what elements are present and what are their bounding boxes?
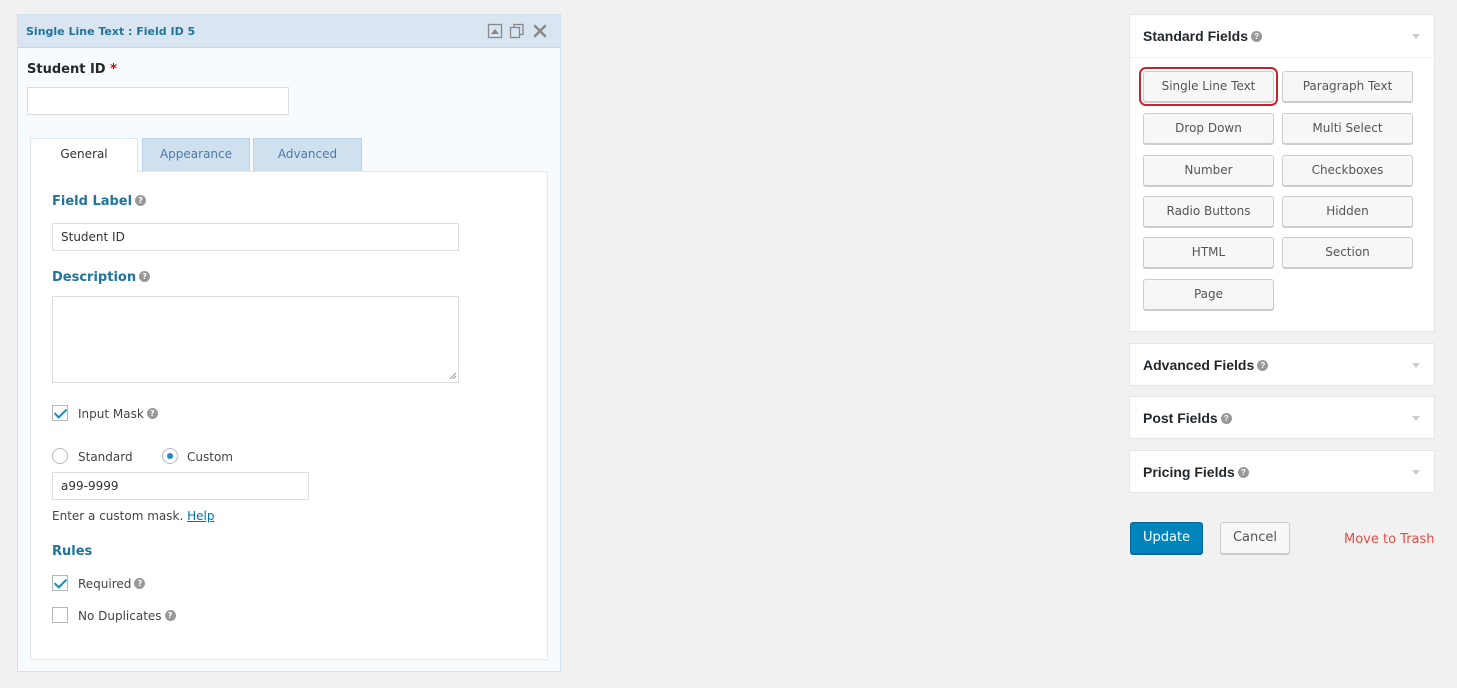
no-duplicates-label: No Duplicates? [78,609,176,623]
help-icon[interactable]: ? [134,578,146,589]
mask-input[interactable]: a99-9999 [52,472,309,500]
tab-general[interactable]: General [30,138,138,172]
description-textarea[interactable] [52,296,459,383]
advanced-fields-header[interactable]: Advanced Fields? [1130,344,1434,386]
field-editor-title: Single Line Text : Field ID 5 [26,25,196,38]
field-editor-header: Single Line Text : Field ID 5 [18,15,560,48]
help-icon[interactable]: ? [135,195,147,206]
standard-fields-header[interactable]: Standard Fields? [1130,15,1434,57]
field-preview-label: Student ID * [27,62,117,77]
mask-hint-text: Enter a custom mask. [52,509,184,523]
collapse-icon[interactable] [487,23,503,39]
field-editor-panel: Single Line Text : Field ID 5 Student ID… [17,14,561,672]
help-icon[interactable]: ? [146,408,158,419]
field-preview-input[interactable] [27,87,289,115]
caret-down-icon[interactable] [1412,34,1420,39]
advanced-fields-title: Advanced Fields? [1143,357,1269,373]
mask-custom-radio[interactable] [162,448,178,464]
multi-select-button[interactable]: Multi Select [1282,113,1413,144]
description-heading: Description? [52,270,151,285]
paragraph-text-button[interactable]: Paragraph Text [1282,71,1413,102]
drop-down-button[interactable]: Drop Down [1143,113,1274,144]
caret-down-icon[interactable] [1412,470,1420,475]
rules-heading: Rules [52,544,93,559]
tab-appearance[interactable]: Appearance [142,138,250,171]
help-icon[interactable]: ? [164,610,176,621]
checkboxes-button[interactable]: Checkboxes [1282,155,1413,186]
mask-standard-radio[interactable] [52,448,68,464]
pricing-fields-title-text: Pricing Fields [1143,464,1235,480]
delete-icon[interactable] [532,23,548,39]
field-preview-label-text: Student ID [27,62,106,77]
help-icon[interactable]: ? [1220,412,1232,424]
mask-standard-label: Standard [78,450,133,464]
caret-down-icon[interactable] [1412,363,1420,368]
help-icon[interactable]: ? [139,271,151,282]
pricing-fields-box[interactable]: Pricing Fields? [1129,450,1435,493]
page-button[interactable]: Page [1143,279,1274,310]
help-icon[interactable]: ? [1237,466,1249,478]
hidden-button[interactable]: Hidden [1282,196,1413,227]
help-icon[interactable]: ? [1251,30,1263,42]
resize-handle-icon[interactable] [449,372,457,380]
cancel-button[interactable]: Cancel [1220,522,1290,554]
post-fields-header[interactable]: Post Fields? [1130,397,1434,439]
standard-fields-title-text: Standard Fields [1143,28,1249,44]
tab-advanced[interactable]: Advanced [253,138,362,171]
number-button[interactable]: Number [1143,155,1274,186]
pricing-fields-title: Pricing Fields? [1143,464,1249,480]
pricing-fields-header[interactable]: Pricing Fields? [1130,451,1434,493]
section-button[interactable]: Section [1282,237,1413,268]
radio-buttons-button[interactable]: Radio Buttons [1143,196,1274,227]
caret-down-icon[interactable] [1412,416,1420,421]
required-label: Required? [78,577,146,591]
advanced-fields-title-text: Advanced Fields [1143,357,1255,373]
field-label-input[interactable]: Student ID [52,223,459,251]
post-fields-title-text: Post Fields [1143,410,1218,426]
help-icon[interactable]: ? [1257,359,1269,371]
standard-fields-title: Standard Fields? [1143,28,1263,44]
mask-help-link[interactable]: Help [187,509,214,523]
no-duplicates-checkbox[interactable] [52,607,68,623]
mask-hint: Enter a custom mask. Help [52,509,214,523]
input-mask-label: Input Mask? [78,407,158,421]
html-button[interactable]: HTML [1143,237,1274,268]
description-heading-text: Description [52,270,137,285]
field-label-heading: Field Label? [52,194,147,209]
move-to-trash-link[interactable]: Move to Trash [1344,532,1435,547]
required-marker: * [110,62,117,77]
required-checkbox[interactable] [52,575,68,591]
input-mask-label-text: Input Mask [78,407,144,421]
single-line-text-button[interactable]: Single Line Text [1139,67,1278,106]
duplicate-icon[interactable] [509,23,525,39]
field-label-heading-text: Field Label [52,194,133,209]
required-label-text: Required [78,577,132,591]
standard-fields-box: Standard Fields? Single Line Text Paragr… [1129,14,1435,332]
standard-fields-body: Single Line Text Paragraph Text Drop Dow… [1130,57,1434,331]
mask-custom-label: Custom [187,450,233,464]
no-duplicates-label-text: No Duplicates [78,609,162,623]
post-fields-box[interactable]: Post Fields? [1129,396,1435,439]
update-button[interactable]: Update [1130,522,1203,554]
input-mask-checkbox[interactable] [52,405,68,421]
advanced-fields-box[interactable]: Advanced Fields? [1129,343,1435,386]
general-tab-panel: Field Label? Student ID Description? Inp… [30,171,548,660]
post-fields-title: Post Fields? [1143,410,1232,426]
